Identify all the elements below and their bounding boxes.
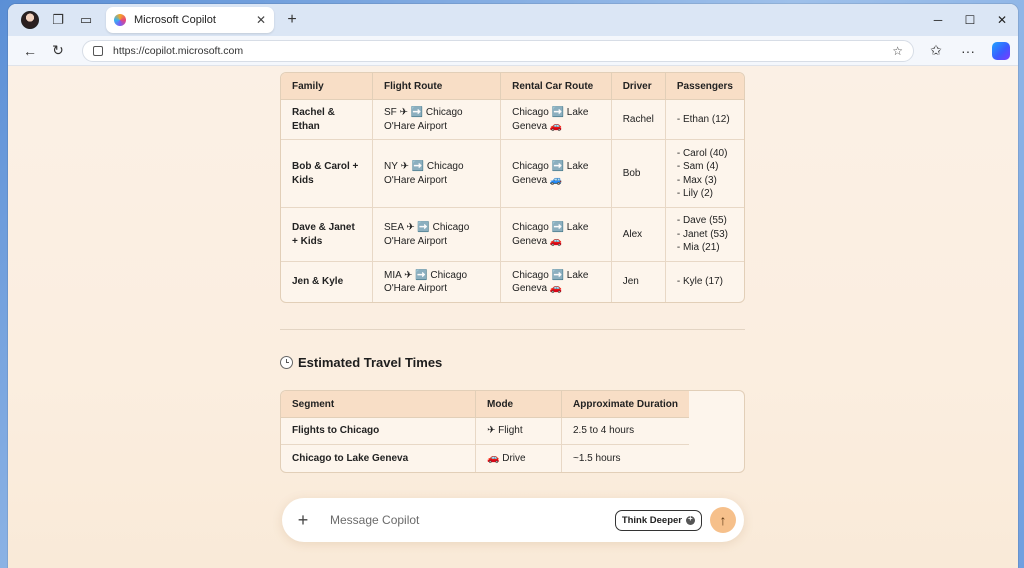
duration-cell: ~1.5 hours	[573, 452, 621, 464]
add-attachment-button[interactable]: +	[290, 507, 316, 533]
back-button[interactable]: ←	[16, 38, 44, 64]
flight-cell: NY ✈ ➡️ Chicago O'Hare Airport	[372, 140, 502, 208]
duration-cell: 2.5 to 4 hours	[562, 418, 690, 445]
section-title-text: Estimated Travel Times	[298, 355, 443, 370]
passengers-cell: - Kyle (17)	[676, 276, 723, 288]
tab-title: Microsoft Copilot	[134, 14, 216, 26]
header-family: Family	[281, 73, 373, 100]
mode-cell: 🚗 Drive	[476, 445, 562, 472]
rental-cell: Chicago ➡️ Lake Geneva 🚗	[501, 262, 612, 302]
family-cell: Rachel & Ethan	[281, 100, 373, 140]
family-travel-table: Family Flight Route Rental Car Route Dri…	[280, 72, 745, 303]
table-row: Bob & Carol + Kids NY ✈ ➡️ Chicago O'Hare…	[281, 140, 744, 208]
message-input[interactable]	[330, 513, 615, 527]
tab-actions-icon[interactable]: ▭	[72, 6, 100, 34]
family-cell: Jen & Kyle	[281, 262, 373, 302]
window-controls: ─ ☐ ✕	[922, 4, 1018, 36]
rental-cell: Chicago ➡️ Lake Geneva 🚙	[501, 140, 612, 208]
browser-window: ❐ ▭ Microsoft Copilot ✕ + ─ ☐ ✕ ← ↻ http…	[8, 4, 1018, 568]
passengers-cell: - Dave (55) - Janet (53) - Mia (21)	[665, 208, 744, 262]
address-bar[interactable]: https://copilot.microsoft.com ☆	[82, 39, 914, 62]
family-cell: Dave & Janet + Kids	[281, 208, 373, 262]
think-deeper-button[interactable]: Think Deeper	[614, 509, 702, 531]
passengers-cell: - Carol (40) - Sam (4) - Max (3) - Lily …	[665, 140, 744, 208]
workspaces-icon[interactable]: ❐	[44, 6, 72, 34]
header-segment: Segment	[281, 391, 476, 418]
chat-content: Family Flight Route Rental Car Route Dri…	[8, 66, 1018, 568]
message-composer: + Think Deeper ↑	[282, 498, 744, 542]
travel-times-heading: Estimated Travel Times	[280, 355, 442, 370]
site-info-icon[interactable]	[93, 45, 103, 56]
close-tab-icon[interactable]: ✕	[256, 13, 266, 27]
table-row: Jen & Kyle MIA ✈ ➡️ Chicago O'Hare Airpor…	[281, 262, 744, 302]
segment-cell: Chicago to Lake Geneva	[281, 445, 476, 472]
copilot-sidebar-icon[interactable]	[992, 41, 1010, 60]
family-cell: Bob & Carol + Kids	[281, 140, 373, 208]
send-button[interactable]: ↑	[710, 507, 736, 533]
section-divider	[280, 329, 745, 330]
travel-times-table: Segment Mode Approximate Duration Flight…	[280, 390, 745, 473]
flight-cell: SF ✈ ➡️ Chicago O'Hare Airport	[372, 100, 502, 140]
maximize-button[interactable]: ☐	[954, 4, 986, 36]
passengers-cell: - Ethan (12)	[665, 100, 744, 140]
new-tab-button[interactable]: +	[280, 11, 304, 29]
driver-cell: Bob	[611, 140, 666, 208]
driver-cell: Jen	[612, 262, 666, 302]
flight-cell: SEA ✈ ➡️ Chicago O'Hare Airport	[372, 208, 502, 262]
favorites-icon[interactable]: ✩	[922, 38, 950, 64]
copilot-favicon-icon	[114, 14, 126, 26]
minimize-button[interactable]: ─	[922, 4, 954, 36]
header-mode: Mode	[476, 391, 562, 418]
table-row: Flights to Chicago ✈ Flight 2.5 to 4 hou…	[281, 418, 690, 445]
header-rental-car-route: Rental Car Route	[501, 73, 612, 100]
rental-cell: Chicago ➡️ Lake Geneva 🚗	[501, 100, 612, 140]
plus-circle-icon	[686, 514, 695, 525]
header-driver: Driver	[611, 73, 666, 100]
table-row: Dave & Janet + Kids SEA ✈ ➡️ Chicago O'Ha…	[281, 208, 744, 262]
add-favorite-icon[interactable]: ☆	[892, 44, 903, 58]
segment-cell: Flights to Chicago	[281, 418, 476, 445]
mode-cell: ✈ Flight	[476, 418, 562, 445]
flight-cell: MIA ✈ ➡️ Chicago O'Hare Airport	[373, 262, 502, 302]
close-window-button[interactable]: ✕	[986, 4, 1018, 36]
table-row: Rachel & Ethan SF ✈ ➡️ Chicago O'Hare Air…	[281, 100, 744, 140]
header-passengers: Passengers	[665, 73, 744, 100]
table-row: Chicago to Lake Geneva 🚗 Drive ~1.5 hour…	[281, 445, 689, 472]
navigation-bar: ← ↻ https://copilot.microsoft.com ☆ ✩ ··…	[8, 36, 1018, 66]
driver-cell: Alex	[611, 208, 666, 262]
header-duration: Approximate Duration	[562, 391, 690, 418]
clock-icon	[280, 356, 293, 369]
think-deeper-label: Think Deeper	[621, 514, 682, 526]
driver-cell: Rachel	[611, 100, 666, 140]
refresh-button[interactable]: ↻	[44, 38, 72, 64]
more-options-icon[interactable]: ···	[954, 38, 982, 64]
avatar	[21, 11, 39, 29]
profile-avatar[interactable]	[16, 6, 44, 34]
header-flight-route: Flight Route	[372, 73, 502, 100]
rental-cell: Chicago ➡️ Lake Geneva 🚗	[501, 208, 612, 262]
tab-bar: ❐ ▭ Microsoft Copilot ✕ + ─ ☐ ✕	[8, 4, 1018, 36]
tab-copilot[interactable]: Microsoft Copilot ✕	[106, 7, 274, 33]
url-text: https://copilot.microsoft.com	[113, 44, 244, 57]
